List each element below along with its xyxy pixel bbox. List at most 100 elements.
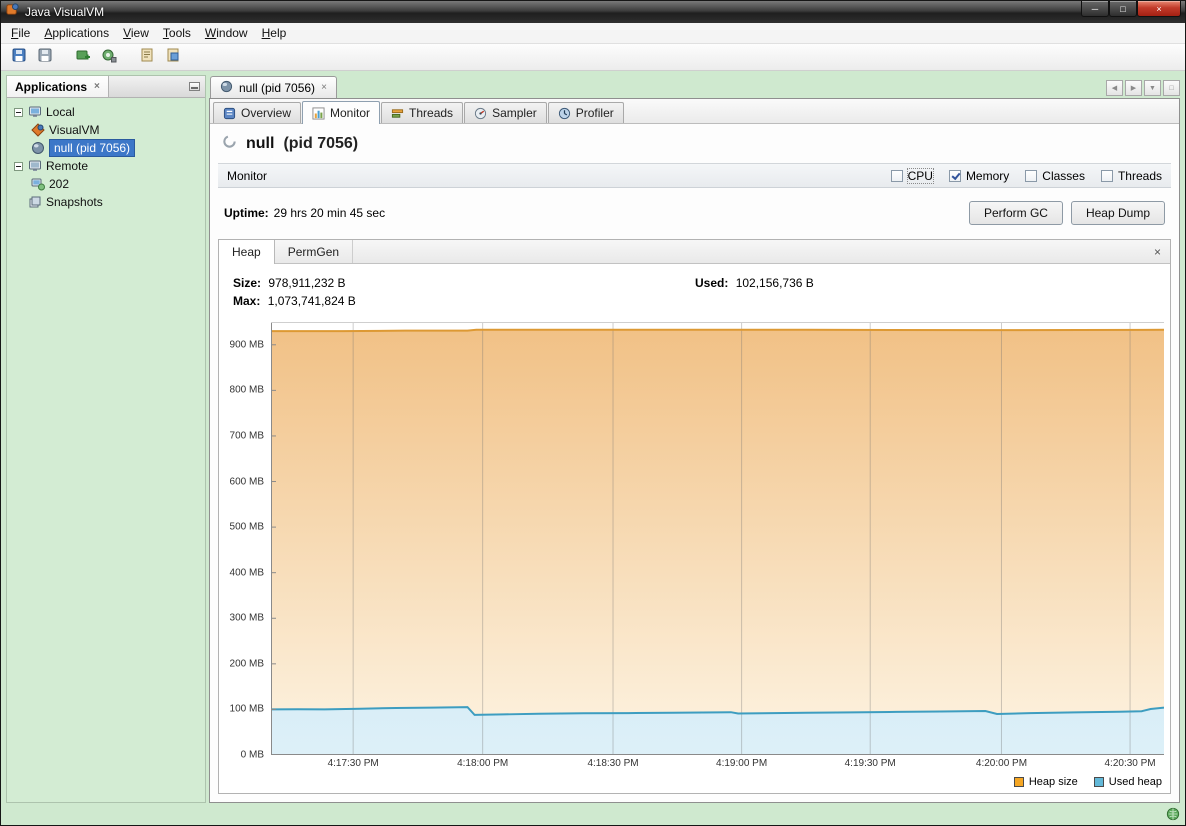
- menu-tools[interactable]: Tools: [156, 24, 198, 42]
- x-axis-label: 4:17:30 PM: [327, 758, 379, 769]
- sidebar-header: Applications ×: [7, 76, 205, 98]
- toolbar-heap-dump-button[interactable]: [161, 46, 185, 68]
- legend-label: Heap size: [1028, 775, 1078, 788]
- tab-label: Heap: [232, 245, 261, 259]
- memory-tab-row: Heap PermGen ×: [219, 240, 1170, 264]
- memory-checkbox[interactable]: Memory: [948, 169, 1009, 183]
- tab-profiler[interactable]: Profiler: [547, 102, 624, 123]
- y-axis-label: 500 MB: [229, 521, 264, 533]
- document-tab-null-pid-7056[interactable]: null (pid 7056) ×: [210, 76, 337, 98]
- scroll-left-icon[interactable]: ◀: [1106, 80, 1123, 96]
- menu-file[interactable]: File: [4, 24, 37, 42]
- cpu-checkbox[interactable]: CPU: [890, 167, 934, 184]
- heap-stats: Size: 978,911,232 B Used: 102,156,736 B: [223, 272, 1164, 322]
- checkbox-label: Classes: [1042, 168, 1085, 183]
- toolbar-load-button[interactable]: [7, 46, 31, 68]
- classes-checkbox[interactable]: Classes: [1025, 169, 1085, 183]
- profiler-clock-icon: [558, 107, 571, 120]
- applications-sidebar: Applications × Local VisualVM null (pid …: [6, 75, 206, 803]
- monitor-page: null (pid 7056) Monitor CPU Memory Class…: [210, 124, 1179, 802]
- scroll-right-icon[interactable]: ▶: [1125, 80, 1142, 96]
- page-heading: null (pid 7056): [218, 124, 1171, 163]
- process-sphere-icon: [30, 141, 45, 156]
- tab-heap[interactable]: Heap: [219, 240, 275, 264]
- legend-item: Used heap: [1093, 775, 1162, 788]
- legend-label: Used heap: [1108, 775, 1162, 788]
- tab-sampler[interactable]: Sampler: [464, 102, 547, 123]
- spinner-icon: [222, 134, 237, 154]
- threads-checkbox[interactable]: Threads: [1100, 168, 1162, 183]
- size-value: 978,911,232 B: [268, 276, 346, 290]
- collapse-icon[interactable]: [14, 161, 23, 171]
- checkbox-label: CPU: [906, 167, 934, 184]
- close-tab-icon[interactable]: ×: [321, 82, 327, 93]
- maximize-view-icon[interactable]: □: [1163, 80, 1180, 96]
- toolbar-thread-dump-button[interactable]: [135, 46, 159, 68]
- memory-panel: Heap PermGen × Size: 978,911,232 B Used:…: [218, 239, 1171, 794]
- menu-view[interactable]: View: [116, 24, 156, 42]
- tree-item-snapshots[interactable]: Snapshots: [9, 193, 203, 211]
- tab-label: PermGen: [287, 244, 340, 259]
- tab-label: Profiler: [575, 106, 614, 120]
- tree-item-label: 202: [49, 177, 70, 191]
- tree-item-202[interactable]: 202: [9, 175, 203, 193]
- visualvm-logo-icon: [5, 2, 20, 22]
- tree-item-remote[interactable]: Remote: [9, 157, 203, 175]
- add-jmx-connection-icon: [101, 47, 117, 68]
- heap-chart: 0 MB 100 MB 200 MB 300 MB 400 MB 500 MB 600 MB…: [223, 322, 1164, 791]
- monitor-section-label: Monitor: [227, 168, 268, 183]
- tab-list-dropdown-icon[interactable]: ▼: [1144, 80, 1161, 96]
- checkbox-label: Threads: [1117, 168, 1162, 183]
- process-sphere-icon: [220, 80, 233, 96]
- applications-tab[interactable]: Applications ×: [7, 76, 109, 97]
- tree-item-label: Snapshots: [46, 195, 103, 209]
- tab-overview[interactable]: Overview: [213, 102, 302, 123]
- network-status-icon[interactable]: [1166, 807, 1180, 826]
- host-icon: [30, 177, 45, 192]
- y-axis-label: 800 MB: [229, 384, 264, 396]
- checkbox-box: [948, 169, 961, 182]
- heap-dump-button[interactable]: Heap Dump: [1070, 201, 1165, 225]
- process-name: null: [246, 135, 275, 152]
- toolbar-add-application-button[interactable]: [71, 46, 95, 68]
- tab-permgen[interactable]: PermGen: [275, 240, 354, 263]
- y-axis-label: 100 MB: [229, 703, 264, 715]
- close-panel-icon[interactable]: ×: [94, 81, 100, 92]
- tree-item-null-pid-7056[interactable]: null (pid 7056): [9, 139, 203, 157]
- checkbox-box: [890, 169, 903, 182]
- toolbar-add-jmx-button[interactable]: [97, 46, 121, 68]
- tree-item-visualvm[interactable]: VisualVM: [9, 121, 203, 139]
- tab-monitor[interactable]: Monitor: [302, 101, 381, 124]
- uptime-label: Uptime:: [224, 206, 269, 220]
- tree-item-label: Remote: [46, 159, 89, 173]
- titlebar[interactable]: Java VisualVM ─ □ ×: [1, 1, 1185, 23]
- uptime-row: Uptime: 29 hrs 20 min 45 sec Perform GC …: [218, 188, 1171, 235]
- heap-dump-icon: [165, 47, 181, 68]
- close-button[interactable]: ×: [1137, 1, 1181, 17]
- toolbar: [1, 44, 1185, 71]
- close-graph-icon[interactable]: ×: [1145, 245, 1170, 259]
- minimize-panel-icon[interactable]: [189, 82, 200, 91]
- heap-size-area: [271, 329, 1164, 755]
- threads-icon: [391, 107, 404, 120]
- action-buttons: Perform GC Heap Dump: [968, 201, 1165, 225]
- y-axis-label: 900 MB: [229, 339, 264, 351]
- menu-applications[interactable]: Applications: [37, 24, 116, 42]
- tab-label: Threads: [409, 106, 454, 120]
- toolbar-save-button[interactable]: [33, 46, 57, 68]
- menu-help[interactable]: Help: [255, 24, 294, 42]
- applications-tab-label: Applications: [15, 79, 88, 94]
- tab-threads[interactable]: Threads: [381, 102, 464, 123]
- tree-item-local[interactable]: Local: [9, 103, 203, 121]
- menu-window[interactable]: Window: [198, 24, 255, 42]
- max-label: Max:: [233, 294, 261, 308]
- computer-icon: [27, 105, 42, 120]
- maximize-button[interactable]: □: [1109, 1, 1137, 17]
- collapse-icon[interactable]: [14, 107, 23, 117]
- legend-item: Heap size: [1013, 775, 1078, 788]
- y-axis-label: 0 MB: [240, 749, 264, 761]
- perform-gc-button[interactable]: Perform GC: [968, 201, 1063, 225]
- y-axis-label: 600 MB: [229, 476, 264, 488]
- minimize-button[interactable]: ─: [1081, 1, 1109, 17]
- sampler-icon: [474, 107, 487, 120]
